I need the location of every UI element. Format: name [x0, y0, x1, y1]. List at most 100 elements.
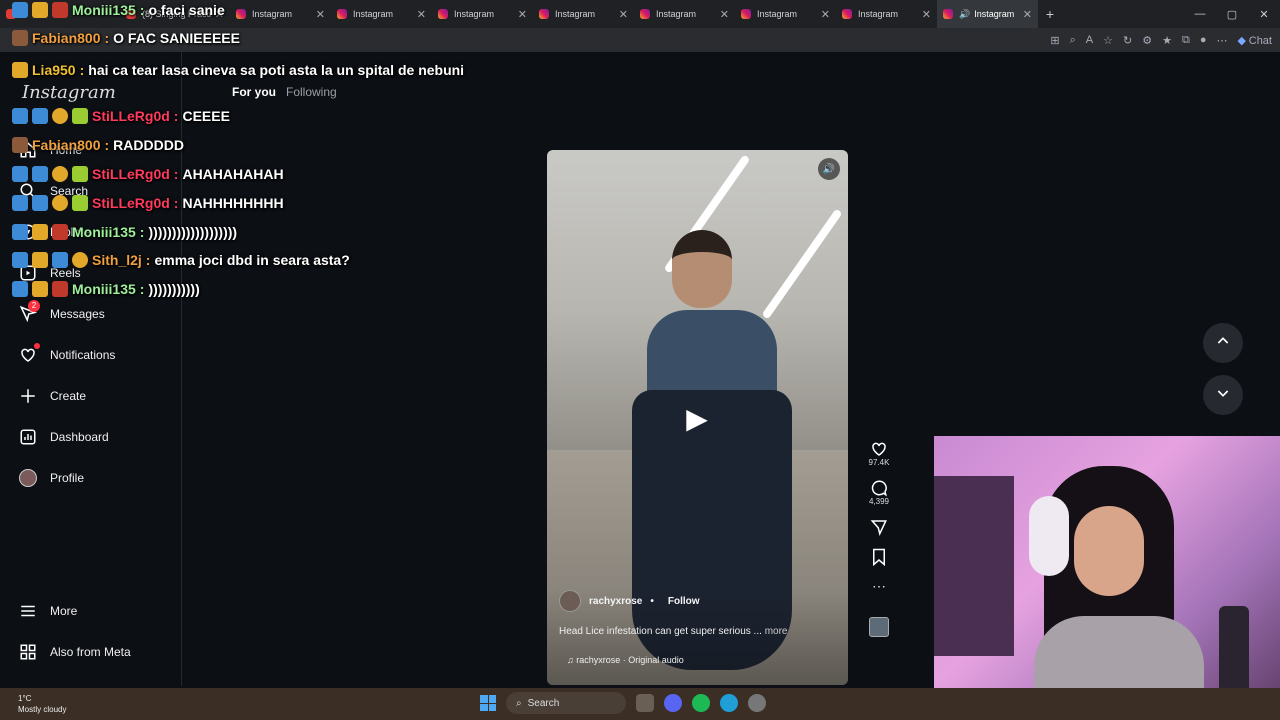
author-username[interactable]: rachyxrose — [589, 596, 642, 607]
spotify-icon[interactable] — [692, 694, 710, 712]
task-view-icon[interactable] — [636, 694, 654, 712]
copilot-icon: ◆ — [1237, 34, 1246, 47]
minimize-icon[interactable]: — — [1184, 8, 1216, 20]
taskbar-search[interactable]: ⌕ Search — [506, 692, 626, 714]
app-icon[interactable] — [748, 694, 766, 712]
tab-label: Instagram — [757, 9, 798, 19]
chat-message: Fabian800: O FAC SANIEEEEE — [12, 30, 240, 46]
weather-condition: Mostly cloudy — [18, 705, 67, 714]
save-action[interactable] — [871, 548, 887, 566]
discord-icon[interactable] — [664, 694, 682, 712]
copilot-chat-button[interactable]: ◆ Chat — [1238, 34, 1273, 47]
crown-badge-icon — [32, 224, 48, 240]
chat-text: ))))))))))) — [148, 281, 200, 297]
play-icon[interactable]: ▶ — [677, 398, 717, 438]
profile-icon[interactable]: ● — [1200, 34, 1207, 46]
edge-icon[interactable] — [720, 694, 738, 712]
previous-reel-button[interactable] — [1203, 323, 1243, 363]
chat-username: Fabian800 — [32, 30, 101, 46]
sidebar-item-notifications[interactable]: Notifications — [18, 343, 116, 365]
chat-message: Sith_l2j: emma joci dbd in seara asta? — [12, 252, 350, 268]
browser-tab[interactable]: Instagram ✕ — [836, 0, 937, 28]
author-avatar[interactable] — [559, 590, 581, 612]
browser-tab[interactable]: Instagram ✕ — [735, 0, 836, 28]
badge-icon — [32, 108, 48, 124]
sidebar-item-also-from-meta[interactable]: Also from Meta — [18, 642, 131, 662]
close-window-icon[interactable]: ✕ — [1248, 8, 1280, 21]
audio-thumbnail[interactable] — [869, 617, 889, 637]
sidebar-item-profile[interactable]: Profile — [18, 468, 84, 488]
chat-username: Sith_l2j — [92, 252, 142, 268]
taskbar-search-label: Search — [527, 697, 560, 709]
close-tab-icon[interactable]: ✕ — [922, 8, 931, 21]
share-action[interactable] — [870, 518, 888, 536]
favorite-icon[interactable]: ☆ — [1103, 34, 1113, 47]
next-reel-button[interactable] — [1203, 375, 1243, 415]
like-action[interactable]: 97.4K — [869, 440, 889, 467]
badge-icon — [52, 252, 68, 268]
meta-icon — [18, 642, 38, 662]
browser-tab[interactable]: Instagram ✕ — [533, 0, 634, 28]
chat-username: StiLLeRg0d — [92, 108, 170, 124]
close-tab-icon[interactable]: ✕ — [720, 8, 729, 21]
sidebar-item-label: Notifications — [50, 348, 116, 362]
follow-button[interactable]: Follow — [668, 596, 700, 607]
reel-video[interactable]: 🔊 ▶ rachyxrose • Follow Head Lice infest… — [547, 150, 848, 685]
chat-message: Moniii135: ))))))))))) — [12, 281, 200, 297]
maximize-icon[interactable]: ▢ — [1216, 8, 1248, 21]
comment-action[interactable]: 4,399 — [869, 479, 889, 506]
close-tab-icon[interactable]: ✕ — [1023, 8, 1032, 21]
close-tab-icon[interactable]: ✕ — [619, 8, 628, 21]
sidebar-item-more[interactable]: More — [18, 601, 77, 621]
plus-icon — [18, 386, 38, 406]
menu-dots-icon[interactable]: ⋯ — [1217, 34, 1228, 47]
badge-icon — [12, 195, 28, 211]
coin-badge-icon — [52, 166, 68, 182]
avatar-icon — [18, 468, 38, 488]
menu-icon — [18, 601, 38, 621]
windows-start-icon[interactable] — [480, 695, 496, 711]
read-aloud-icon[interactable]: A — [1086, 34, 1093, 46]
chat-message: Moniii135: o faci sanie — [12, 2, 225, 18]
badge-icon — [12, 2, 28, 18]
collections-icon[interactable]: ⧉ — [1182, 34, 1190, 47]
chevron-up-icon — [1215, 333, 1231, 354]
caption-more-link[interactable]: more — [765, 626, 788, 637]
more-options-action[interactable]: ⋯ — [872, 578, 886, 595]
chat-username: Moniii135 — [72, 2, 136, 18]
tab-label: Instagram — [858, 9, 899, 19]
reel-audio[interactable]: ♫ rachyxrose · Original audio — [567, 655, 684, 665]
sidebar-item-label: Also from Meta — [50, 645, 131, 659]
zoom-icon[interactable]: ⌕ — [1070, 34, 1076, 47]
extensions-icon[interactable]: ⚙ — [1142, 34, 1152, 47]
badge-icon — [12, 224, 28, 240]
sidebar-item-dashboard[interactable]: Dashboard — [18, 427, 109, 447]
weather-widget[interactable]: 1°C Mostly cloudy — [18, 693, 66, 715]
comment-icon — [870, 479, 888, 497]
comment-count: 4,399 — [868, 497, 890, 506]
badge-icon — [12, 166, 28, 182]
close-tab-icon[interactable]: ✕ — [821, 8, 830, 21]
sidebar-item-create[interactable]: Create — [18, 386, 86, 406]
browser-tab[interactable]: Instagram ✕ — [634, 0, 735, 28]
chat-username: Moniii135 — [72, 281, 136, 297]
crown-badge-icon — [32, 252, 48, 268]
badge-icon — [12, 281, 28, 297]
chat-username: StiLLeRg0d — [92, 195, 170, 211]
chat-text: O FAC SANIEEEEE — [113, 30, 240, 46]
chat-username: StiLLeRg0d — [92, 166, 170, 182]
badge-icon — [52, 281, 68, 297]
tab-label: Instagram — [656, 9, 697, 19]
instagram-icon — [943, 9, 953, 19]
caption-text: Head Lice infestation can get super seri… — [559, 626, 762, 637]
reel-author: rachyxrose • Follow — [559, 590, 700, 612]
music-note-icon: ♫ — [567, 655, 574, 665]
favorites-icon[interactable]: ★ — [1162, 34, 1172, 47]
browser-tab-active[interactable]: 🔊 Instagram ✕ — [937, 0, 1038, 28]
chat-text: AHAHAHAHAH — [182, 166, 284, 182]
apps-icon[interactable]: ⊞ — [1050, 34, 1059, 47]
volume-icon[interactable]: 🔊 — [818, 158, 840, 180]
refresh-icon[interactable]: ↻ — [1123, 34, 1132, 47]
coin-badge-icon — [72, 252, 88, 268]
new-tab-icon[interactable]: + — [1038, 6, 1062, 22]
